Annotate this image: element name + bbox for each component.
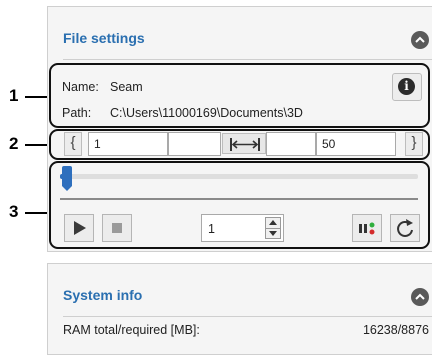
callout-line <box>25 96 49 98</box>
step-value: 1 <box>208 222 215 236</box>
collapse-button[interactable] <box>411 31 429 49</box>
panel-header: System info <box>48 264 432 317</box>
panel-title: System info <box>63 287 143 303</box>
frame-slider-track[interactable] <box>60 174 418 179</box>
file-info-button[interactable]: i <box>392 73 422 101</box>
status-dots-icon <box>359 222 375 235</box>
collapse-button[interactable] <box>411 288 429 306</box>
range-start-input[interactable]: 1 <box>88 132 168 156</box>
fit-width-icon <box>230 138 260 151</box>
system-info-panel: System info RAM total/required [MB]: 162… <box>47 263 432 355</box>
spin-separator <box>266 228 280 229</box>
info-icon: i <box>398 78 415 95</box>
play-icon <box>74 221 86 235</box>
range-prev-button[interactable]: { <box>64 132 82 156</box>
range-next-button[interactable]: } <box>405 132 423 156</box>
status-button[interactable] <box>352 214 382 242</box>
name-label: Name: <box>62 80 99 94</box>
panel-header: File settings <box>48 7 432 60</box>
chevron-up-icon <box>415 36 425 43</box>
callout-number: 3 <box>9 202 19 221</box>
callout-line <box>25 144 49 146</box>
refresh-icon <box>397 219 413 237</box>
header-divider <box>63 59 432 60</box>
step-spin-arrows[interactable] <box>265 217 281 239</box>
callout-line <box>25 212 49 214</box>
panel-title: File settings <box>63 30 145 46</box>
name-value: Seam <box>110 80 143 94</box>
step-spinbox[interactable]: 1 <box>201 214 284 242</box>
callout-number: 2 <box>9 134 19 153</box>
callout-number: 1 <box>9 86 19 105</box>
ram-value: 16238/8876 <box>362 323 429 337</box>
ram-label: RAM total/required [MB]: <box>63 323 200 337</box>
refresh-button[interactable] <box>390 214 420 242</box>
play-button[interactable] <box>64 214 94 242</box>
path-value: C:\Users\11000169\Documents\3D <box>110 106 303 120</box>
range-end-input-extension[interactable] <box>266 132 316 156</box>
frame-slider-thumb[interactable] <box>62 166 72 191</box>
fit-range-button[interactable] <box>222 133 266 154</box>
chevron-up-icon <box>415 293 425 300</box>
stop-button[interactable] <box>102 214 132 242</box>
stop-icon <box>112 223 122 233</box>
range-end-input[interactable]: 50 <box>316 132 396 156</box>
path-label: Path: <box>62 106 92 120</box>
header-divider <box>63 316 432 317</box>
range-start-input-extension[interactable] <box>168 132 221 156</box>
playback-divider <box>60 198 418 200</box>
